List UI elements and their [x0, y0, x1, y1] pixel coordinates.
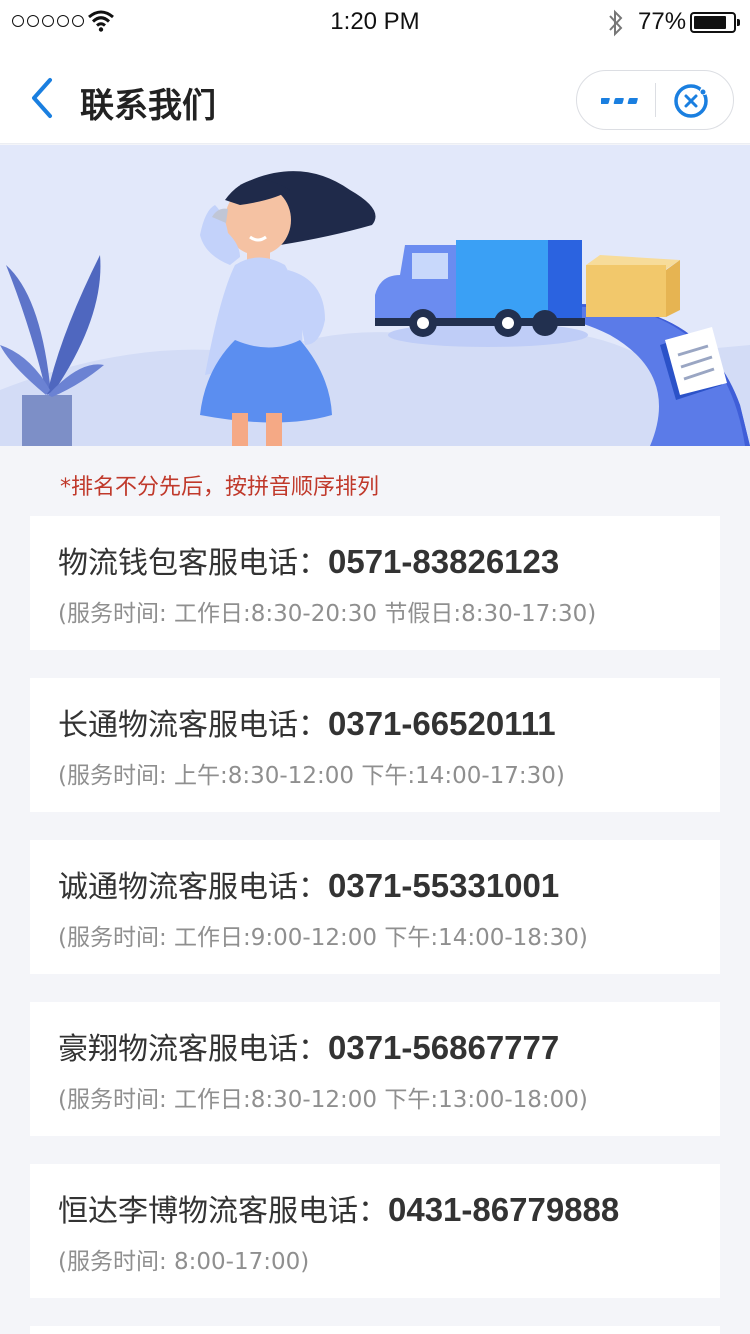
contact-card-partial	[30, 1326, 720, 1334]
contact-label: 豪翔物流客服电话：	[58, 1032, 328, 1067]
phone-number-link[interactable]: 0571-83826123	[328, 543, 559, 580]
mini-program-capsule	[576, 70, 734, 130]
contact-card[interactable]: 豪翔物流客服电话：0371-56867777 (服务时间: 工作日:8:30-1…	[30, 1002, 720, 1136]
contact-label: 物流钱包客服电话：	[58, 546, 328, 581]
contact-title: 豪翔物流客服电话：0371-56867777	[58, 1024, 559, 1068]
service-hours: (服务时间: 工作日:9:00-12:00 下午:14:00-18:30)	[58, 925, 588, 951]
ranking-notice: *排名不分先后，按拼音顺序排列	[60, 475, 380, 500]
contact-card[interactable]: 物流钱包客服电话：0571-83826123 (服务时间: 工作日:8:30-2…	[30, 516, 720, 650]
phone-number-link[interactable]: 0431-86779888	[388, 1191, 619, 1228]
service-hours: (服务时间: 工作日:8:30-20:30 节假日:8:30-17:30)	[58, 601, 597, 627]
banner-illustration	[0, 145, 750, 446]
truck-illustration	[375, 240, 588, 347]
contact-title: 诚通物流客服电话：0371-55331001	[58, 862, 559, 906]
contact-label: 长通物流客服电话：	[58, 708, 328, 743]
contact-card[interactable]: 长通物流客服电话：0371-66520111 (服务时间: 上午:8:30-12…	[30, 678, 720, 812]
service-hours: (服务时间: 上午:8:30-12:00 下午:14:00-17:30)	[58, 763, 565, 789]
page-title: 联系我们	[80, 86, 216, 126]
contact-title: 恒达李博物流客服电话：0431-86779888	[58, 1186, 619, 1230]
battery-icon	[690, 12, 740, 33]
more-dots-icon[interactable]	[601, 87, 645, 115]
close-circle-icon[interactable]	[671, 81, 713, 121]
back-chevron-icon[interactable]	[26, 76, 66, 120]
service-hours: (服务时间: 工作日:8:30-12:00 下午:13:00-18:00)	[58, 1087, 588, 1113]
banner-artwork	[0, 171, 750, 446]
contact-label: 恒达李博物流客服电话：	[58, 1194, 388, 1229]
contact-title: 长通物流客服电话：0371-66520111	[58, 700, 556, 744]
contact-title: 物流钱包客服电话：0571-83826123	[58, 538, 559, 582]
contact-label: 诚通物流客服电话：	[58, 870, 328, 905]
status-bar: 1:20 PM 77%	[0, 0, 750, 46]
contact-card[interactable]: 恒达李博物流客服电话：0431-86779888 (服务时间: 8:00-17:…	[30, 1164, 720, 1298]
phone-number-link[interactable]: 0371-56867777	[328, 1029, 559, 1066]
phone-number-link[interactable]: 0371-66520111	[328, 705, 556, 742]
battery-percent: 77%	[638, 8, 687, 35]
package-box-illustration	[586, 255, 680, 317]
nav-bar: 联系我们	[0, 46, 750, 144]
contact-card[interactable]: 诚通物流客服电话：0371-55331001 (服务时间: 工作日:9:00-1…	[30, 840, 720, 974]
phone-number-link[interactable]: 0371-55331001	[328, 867, 559, 904]
bluetooth-icon	[609, 9, 623, 37]
service-hours: (服务时间: 8:00-17:00)	[58, 1249, 310, 1275]
capsule-divider	[655, 83, 656, 117]
